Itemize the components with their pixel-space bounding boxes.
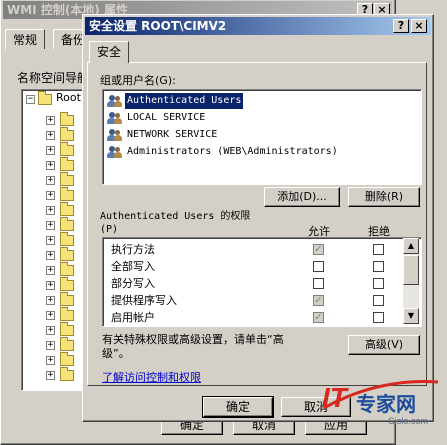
allow-checkbox[interactable]: ✓ [313,244,324,255]
folder-icon [60,172,74,186]
folder-icon [60,322,74,336]
tree-collapse-icon[interactable]: − [26,95,35,104]
tab-general[interactable]: 常规 [5,29,46,49]
allow-checkbox[interactable] [313,261,324,272]
tree-expand-icon[interactable]: + [46,146,55,155]
user-name-label: LOCAL SERVICE [127,112,206,123]
folder-icon [60,292,74,306]
tree-expand-icon[interactable]: + [46,161,55,170]
scroll-up-icon[interactable]: ▲ [403,238,419,254]
dialog-titlebar: 安全设置 ROOT\CIMV2 [85,17,431,35]
allow-checkbox[interactable]: ✓ [313,295,324,306]
tree-expand-icon[interactable]: + [46,266,55,275]
folder-icon [38,91,52,105]
folder-icon [60,262,74,276]
folder-icon [60,232,74,246]
dialog-help-button[interactable]: ? [393,19,409,33]
watermark-url: Ciolo.com [388,416,429,426]
advanced-settings-text: 有关特殊权限或高级设置，请单击“高 级”。 [102,333,284,361]
folder-icon [60,352,74,366]
user-list[interactable]: Authenticated Users LOCAL SERVICE NETWORK … [102,89,422,185]
folder-icon [60,187,74,201]
group-or-user-label: 组或用户名(G): [100,74,176,87]
folder-icon [60,247,74,261]
tree-expand-icon[interactable]: + [46,311,55,320]
permission-name: 提供程序写入 [111,294,177,307]
permission-row: 部分写入 [103,275,403,292]
permissions-list[interactable]: 执行方法 ✓ 全部写入部分写入提供程序写入 ✓ 启用帐户 ✓ ▲ ▼ [102,237,422,327]
folder-icon [60,217,74,231]
permission-name: 执行方法 [111,243,155,256]
advanced-text-line2: 级”。 [102,347,130,360]
permission-row: 提供程序写入 ✓ [103,292,403,309]
folder-icon [60,337,74,351]
tree-expand-icon[interactable]: + [46,191,55,200]
allow-checkbox[interactable] [313,278,324,289]
namespace-nav-label: 名称空间导航 [17,71,90,85]
tree-expand-icon[interactable]: + [46,131,55,140]
advanced-button[interactable]: 高级(V) [348,335,420,355]
tree-expand-icon[interactable]: + [46,356,55,365]
tree-root-label[interactable]: Root [56,91,81,104]
watermark-logo: IT 专家网 Ciolo.com [318,372,444,438]
dialog-title: 安全设置 ROOT\CIMV2 [89,19,227,33]
learn-access-control-link[interactable]: 了解访问控制和权限 [102,369,201,385]
security-settings-dialog: 安全设置 ROOT\CIMV2 ? × 安全 组或用户名(G): Authent… [82,14,434,422]
permission-row: 启用帐户 ✓ [103,309,403,326]
permissions-label-line2: (P) [100,224,119,235]
folder-icon [60,142,74,156]
tree-expand-icon[interactable]: + [46,236,55,245]
allow-checkbox[interactable]: ✓ [313,312,324,323]
folder-icon [60,367,74,381]
folder-icon [60,277,74,291]
permission-row: 执行方法 ✓ [103,241,403,258]
folder-icon [60,157,74,171]
deny-checkbox[interactable] [373,244,384,255]
permission-name: 全部写入 [111,260,155,273]
deny-checkbox[interactable] [373,278,384,289]
tree-expand-icon[interactable]: + [46,251,55,260]
permission-row: 全部写入 [103,258,403,275]
dialog-close-button[interactable]: × [411,19,427,33]
permissions-label: Authenticated Users 的权限 (P) [100,210,250,236]
permissions-label-line1: Authenticated Users 的权限 [100,211,251,222]
tree-expand-icon[interactable]: + [46,176,55,185]
permission-name: 启用帐户 [111,311,155,324]
permissions-scrollbar[interactable]: ▲ ▼ [403,238,419,324]
tree-expand-icon[interactable]: + [46,281,55,290]
folder-icon [60,307,74,321]
deny-checkbox[interactable] [373,261,384,272]
scroll-down-icon[interactable]: ▼ [403,308,419,324]
user-name-label: NETWORK SERVICE [127,129,218,140]
tree-expand-icon[interactable]: + [46,116,55,125]
ok-button[interactable]: 确定 [202,396,274,418]
tree-expand-icon[interactable]: + [46,371,55,380]
tab-security[interactable]: 安全 [89,41,130,63]
remove-button[interactable]: 删除(R) [348,187,420,207]
tree-expand-icon[interactable]: + [46,341,55,350]
folder-icon [60,202,74,216]
folder-icon [60,127,74,141]
tree-expand-icon[interactable]: + [46,326,55,335]
scroll-thumb[interactable] [403,255,419,285]
user-name-label: Authenticated Users [125,93,244,109]
tree-expand-icon[interactable]: + [46,206,55,215]
deny-checkbox[interactable] [373,295,384,306]
user-group-icon [107,145,123,159]
advanced-text-line1: 有关特殊权限或高级设置，请单击“高 [102,333,284,346]
user-group-icon [107,111,123,125]
permission-name: 部分写入 [111,277,155,290]
watermark-brand-suffix: 专家网 [356,392,416,416]
tree-expand-icon[interactable]: + [46,221,55,230]
watermark-brand-prefix: IT [322,382,347,413]
user-group-icon [107,128,123,142]
tab-panel: 组或用户名(G): Authenticated Users LOCAL SERVI… [87,62,427,386]
user-group-icon [107,94,123,108]
tree-expand-icon[interactable]: + [46,296,55,305]
deny-checkbox[interactable] [373,312,384,323]
folder-icon [60,112,74,126]
add-button[interactable]: 添加(D)... [264,187,340,207]
user-name-label: Administrators (WEB\Administrators) [127,146,338,157]
